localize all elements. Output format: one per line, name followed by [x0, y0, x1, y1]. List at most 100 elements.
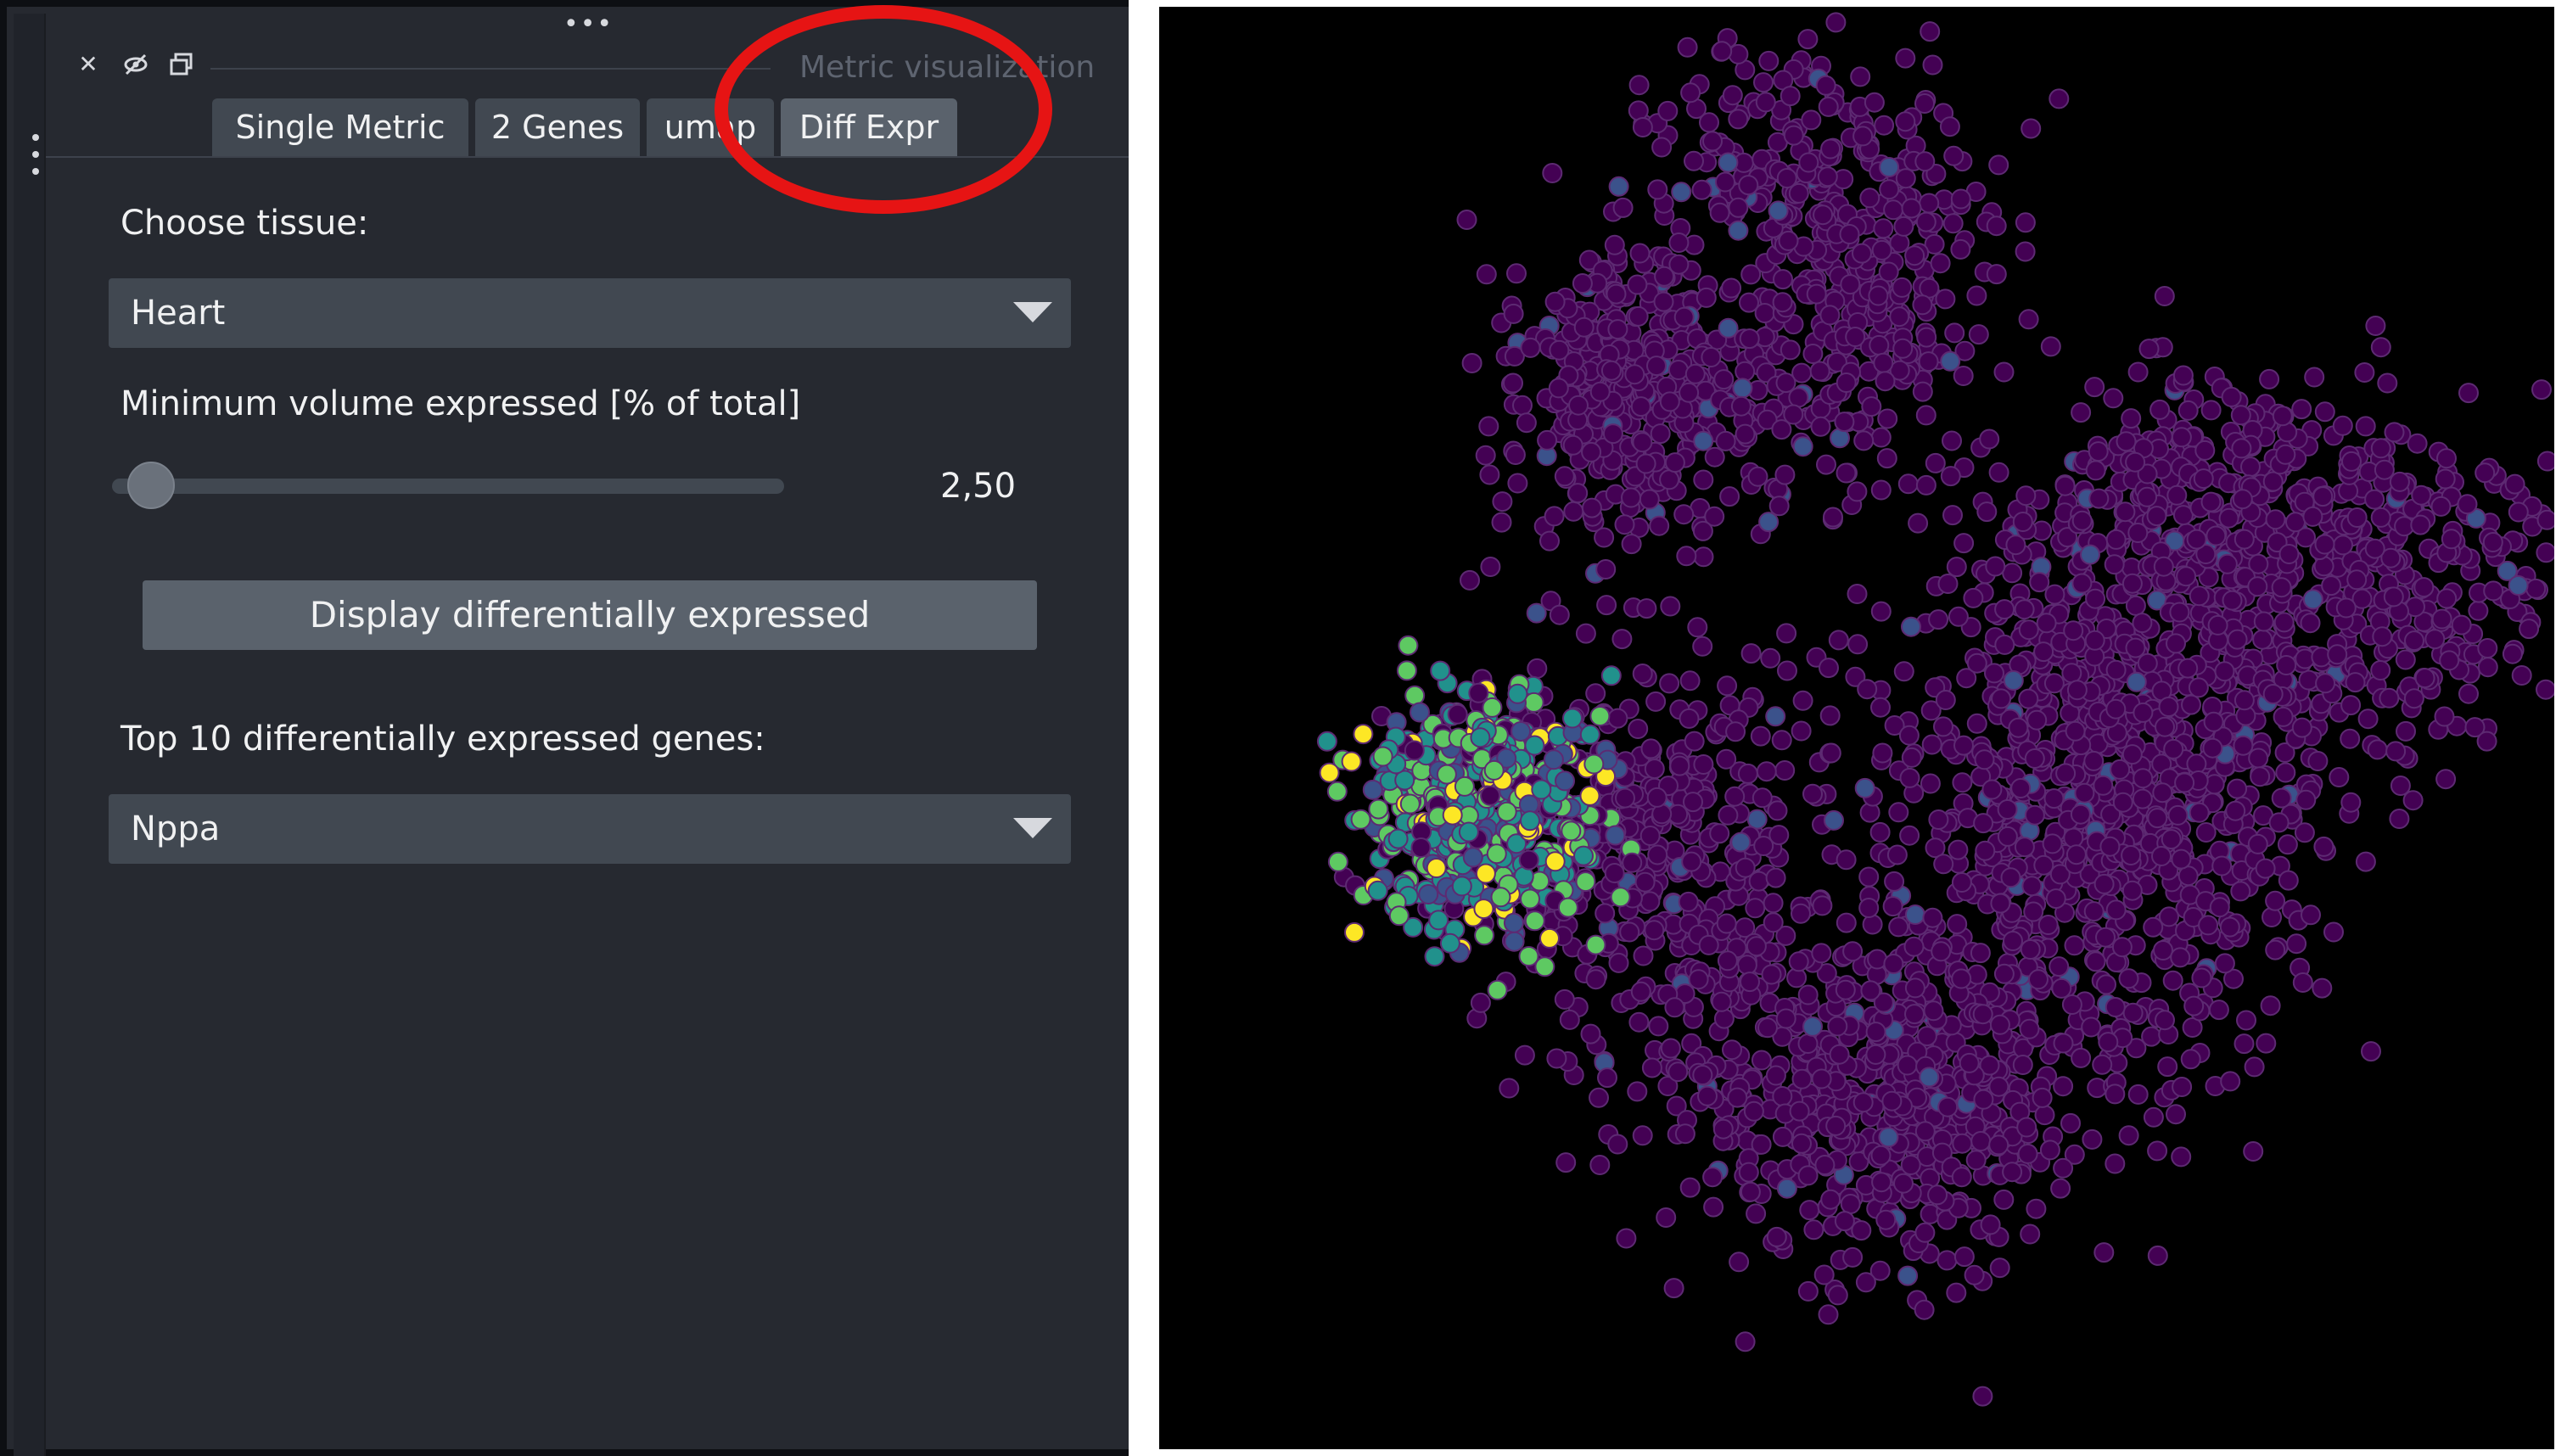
cell-point: [1925, 452, 1946, 473]
cell-point: [1813, 204, 1834, 226]
cell-point: [2364, 538, 2385, 559]
cell-point: [1539, 927, 1560, 949]
cell-point: [1881, 1090, 1903, 1112]
cell-point: [1802, 1016, 1823, 1037]
close-icon[interactable]: ✕: [75, 51, 102, 78]
cell-point: [2374, 459, 2395, 480]
cell-point: [1730, 395, 1752, 417]
cell-point: [1632, 432, 1653, 453]
cell-point: [2431, 608, 2452, 630]
cell-point: [1698, 934, 1719, 955]
tissue-select[interactable]: Heart: [109, 278, 1071, 348]
cell-point: [1979, 428, 2000, 450]
cell-point: [1852, 243, 1872, 264]
cell-point: [1899, 767, 1920, 788]
cell-point: [1916, 327, 1937, 348]
cell-point: [1568, 395, 1589, 416]
cell-point: [1789, 1100, 1810, 1122]
cell-point: [1585, 969, 1606, 990]
cell-point: [2457, 494, 2478, 515]
cell-point: [1693, 469, 1714, 490]
cell-point: [1664, 452, 1685, 473]
cell-point: [2166, 633, 2186, 654]
cell-point: [1549, 604, 1570, 625]
cell-point: [2166, 1104, 2186, 1125]
cell-point: [1974, 749, 1995, 770]
cell-point: [1468, 682, 1489, 703]
cell-point: [1367, 880, 1388, 901]
cell-point: [1595, 903, 1616, 924]
cell-point: [1739, 328, 1760, 350]
cell-point: [1462, 847, 1483, 868]
tab-single-metric[interactable]: Single Metric: [212, 98, 468, 156]
cell-point: [2195, 822, 2217, 843]
cell-point: [2240, 456, 2261, 478]
cell-point: [1765, 706, 1786, 727]
cell-point: [2355, 416, 2376, 437]
eye-slash-icon[interactable]: [122, 51, 149, 78]
cell-point: [1802, 344, 1824, 364]
display-differentially-expressed-button[interactable]: Display differentially expressed: [143, 580, 1037, 650]
cell-point: [1869, 821, 1891, 843]
canvas-viewer[interactable]: [1159, 7, 2554, 1449]
cell-point: [1712, 1118, 1734, 1140]
cell-point: [2436, 448, 2457, 469]
cell-point: [1914, 1299, 1935, 1320]
min-volume-slider-handle[interactable]: [127, 462, 176, 509]
cell-point: [1362, 779, 1383, 800]
cell-point: [1940, 466, 1961, 487]
cell-point: [1715, 171, 1735, 193]
cell-point: [1895, 111, 1916, 132]
cell-point: [2174, 772, 2195, 793]
cell-point: [1606, 283, 1627, 305]
cell-point: [1688, 969, 1709, 990]
cell-point: [1573, 845, 1594, 866]
cell-point: [1634, 871, 1656, 893]
more-options-icon[interactable]: •••: [563, 12, 614, 37]
cell-point: [1776, 168, 1797, 188]
cell-point: [2033, 641, 2054, 663]
cell-point: [1772, 1086, 1793, 1106]
cell-point: [1660, 1038, 1681, 1059]
cell-point: [2332, 415, 2353, 436]
float-window-icon[interactable]: [168, 51, 195, 78]
cell-point: [1997, 799, 2018, 820]
gene-select[interactable]: Nppa: [109, 794, 1071, 864]
cell-point: [1791, 720, 1812, 742]
cell-point: [1893, 216, 1914, 237]
cell-point: [2042, 833, 2063, 854]
cell-point: [2312, 977, 2333, 999]
cell-point: [1646, 356, 1667, 377]
cell-point: [2262, 907, 2282, 927]
drag-handle-icon[interactable]: [32, 134, 44, 185]
cell-point: [2407, 433, 2428, 454]
cell-point: [2207, 614, 2228, 636]
cell-point: [2118, 1125, 2139, 1146]
cell-point: [1776, 1178, 1797, 1199]
cell-point: [2250, 766, 2271, 787]
cell-point: [1692, 1065, 1713, 1085]
cell-point: [1855, 1272, 1876, 1293]
cell-point: [2477, 638, 2498, 658]
cell-point: [1903, 936, 1925, 957]
cell-point: [1674, 1123, 1695, 1145]
cell-point: [1870, 697, 1891, 718]
cell-point: [2341, 451, 2362, 472]
tab-2-genes[interactable]: 2 Genes: [475, 98, 640, 156]
cell-point: [1988, 462, 2009, 483]
cell-point: [2121, 880, 2143, 901]
cell-point: [1912, 381, 1933, 402]
cell-point: [2003, 670, 2024, 691]
cell-point: [1827, 1285, 1848, 1306]
cell-point: [1644, 920, 1665, 941]
min-volume-slider[interactable]: [112, 479, 784, 494]
cell-point: [2053, 1033, 2074, 1054]
cell-point: [1820, 1189, 1841, 1210]
cell-point: [1579, 724, 1600, 745]
cell-point: [1942, 430, 1962, 451]
cell-point: [1959, 1052, 1980, 1073]
cell-point: [2104, 554, 2125, 575]
cell-point: [2271, 787, 2292, 809]
cell-point: [1372, 746, 1393, 767]
cell-point: [1966, 652, 1987, 674]
